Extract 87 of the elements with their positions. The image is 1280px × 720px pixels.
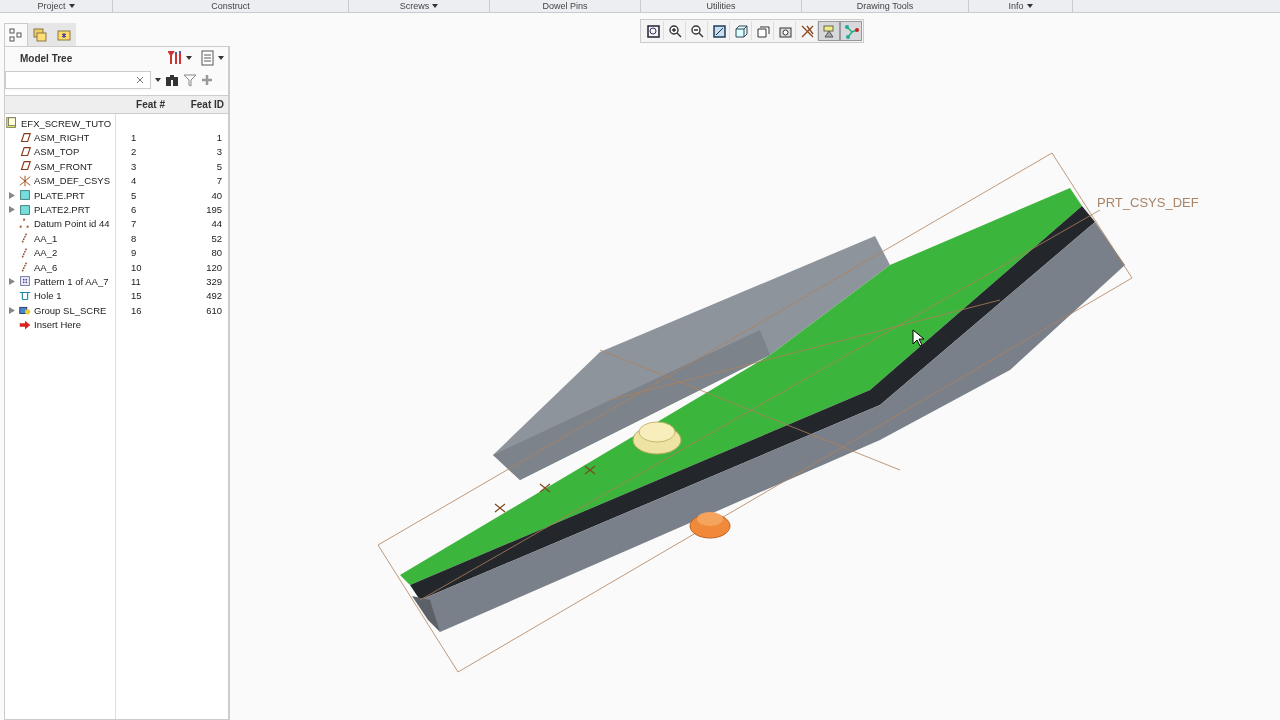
favorites-icon bbox=[56, 27, 72, 43]
caret-icon[interactable] bbox=[68, 4, 75, 8]
panel-tab[interactable] bbox=[4, 23, 28, 46]
feat-id: 3 bbox=[215, 146, 223, 158]
feat-number: 7 bbox=[130, 218, 138, 230]
feat-number: 15 bbox=[130, 290, 143, 302]
feat-number: 8 bbox=[130, 232, 138, 244]
expand-arrow-icon[interactable] bbox=[8, 206, 15, 214]
column-header[interactable]: Feat # bbox=[115, 96, 169, 113]
feature-icon bbox=[18, 144, 32, 159]
clear-icon[interactable] bbox=[134, 74, 146, 86]
feat-id: 195 bbox=[205, 204, 223, 216]
feat-number: 9 bbox=[130, 247, 138, 259]
ribbon-group-label[interactable]: Project bbox=[37, 0, 66, 12]
feat-id: 329 bbox=[205, 276, 223, 287]
tree-item[interactable]: ASM_DEF_CSYS bbox=[34, 175, 111, 187]
feature-icon bbox=[18, 216, 32, 231]
ribbon-group-label[interactable]: Construct bbox=[211, 0, 250, 12]
binoculars-icon[interactable] bbox=[165, 73, 179, 87]
nodes-icon bbox=[842, 22, 860, 40]
feat-id: 40 bbox=[210, 189, 223, 201]
feat-number: 11 bbox=[130, 276, 142, 287]
expand-arrow-icon[interactable] bbox=[8, 278, 15, 285]
feat-id: 120 bbox=[205, 261, 223, 273]
tree-item[interactable]: Datum Point id 44 bbox=[34, 218, 110, 230]
tree-item[interactable]: AA_1 bbox=[34, 232, 58, 244]
csys-label: PRT_CSYS_DEF bbox=[1097, 195, 1199, 210]
feat-number: 10 bbox=[130, 261, 143, 273]
expand-arrow-icon[interactable] bbox=[8, 306, 15, 314]
feature-icon bbox=[18, 173, 32, 188]
expand-arrow-icon[interactable] bbox=[8, 191, 15, 199]
feature-icon bbox=[18, 130, 32, 145]
feature-icon bbox=[18, 188, 32, 203]
ribbon-group-label[interactable]: Screws bbox=[399, 0, 430, 12]
folders-icon bbox=[32, 27, 48, 43]
feat-number: 16 bbox=[130, 304, 143, 316]
feat-id: 610 bbox=[205, 304, 223, 316]
panel-title: Model Tree bbox=[20, 52, 74, 64]
feature-icon bbox=[5, 116, 19, 131]
feat-id: 52 bbox=[210, 232, 223, 244]
square-icon bbox=[710, 22, 728, 40]
feat-number: 5 bbox=[130, 189, 138, 201]
cube-icon bbox=[732, 22, 750, 40]
ribbon-group-label[interactable]: Dowel Pins bbox=[542, 0, 588, 12]
feat-id: 44 bbox=[210, 218, 223, 230]
feat-number: 6 bbox=[130, 204, 138, 216]
zoom-fit-icon bbox=[644, 22, 662, 40]
plus-icon[interactable] bbox=[201, 74, 213, 86]
feat-id: 7 bbox=[215, 175, 223, 187]
caret-icon[interactable] bbox=[218, 56, 224, 60]
feat-number: 4 bbox=[130, 175, 138, 187]
tree-item[interactable]: ASM_TOP bbox=[34, 146, 80, 158]
tree-item[interactable]: AA_6 bbox=[34, 261, 58, 273]
zoom-in-icon bbox=[666, 22, 684, 40]
feat-id: 80 bbox=[210, 247, 223, 259]
tree-item[interactable]: Hole 1 bbox=[34, 290, 62, 302]
ribbon-group-label[interactable]: Drawing Tools bbox=[856, 0, 914, 12]
caret-icon[interactable] bbox=[432, 4, 439, 8]
tree-icon bbox=[8, 27, 24, 43]
tree-item[interactable]: EFX_SCREW_TUTO bbox=[21, 117, 112, 129]
tree-item[interactable]: Insert Here bbox=[34, 319, 81, 331]
feature-icon bbox=[18, 202, 32, 217]
tree-item[interactable]: ASM_FRONT bbox=[34, 160, 93, 172]
feat-id: 5 bbox=[215, 160, 223, 172]
tree-item[interactable]: PLATE.PRT bbox=[34, 189, 85, 201]
caret-icon[interactable] bbox=[186, 56, 192, 60]
tree-item[interactable]: ASM_RIGHT bbox=[34, 132, 90, 144]
tree-item[interactable]: Group SL_SCRE bbox=[34, 304, 107, 316]
zoom-out-icon bbox=[688, 22, 706, 40]
feat-id: 492 bbox=[205, 290, 223, 302]
tree-item[interactable]: PLATE2.PRT bbox=[34, 204, 91, 216]
tree-item[interactable]: AA_2 bbox=[34, 247, 58, 259]
feat-number: 1 bbox=[130, 132, 138, 144]
cursor-icon bbox=[912, 329, 924, 347]
tree-item[interactable]: Pattern 1 of AA_7 bbox=[34, 276, 109, 287]
feature-icon bbox=[18, 274, 32, 289]
search-field[interactable] bbox=[5, 71, 151, 89]
ribbon-group-label[interactable]: Utilities bbox=[706, 0, 736, 12]
caret-icon[interactable] bbox=[1026, 4, 1033, 8]
column-header[interactable]: Feat ID bbox=[169, 96, 228, 113]
tools-icon[interactable] bbox=[168, 50, 184, 66]
feat-id: 1 bbox=[215, 132, 223, 144]
panel-tab[interactable] bbox=[52, 23, 76, 46]
feat-number: 3 bbox=[130, 160, 138, 172]
ribbon-group-label[interactable]: Info bbox=[1008, 0, 1024, 12]
caret-icon[interactable] bbox=[155, 78, 161, 82]
feat-number: 2 bbox=[130, 146, 138, 158]
